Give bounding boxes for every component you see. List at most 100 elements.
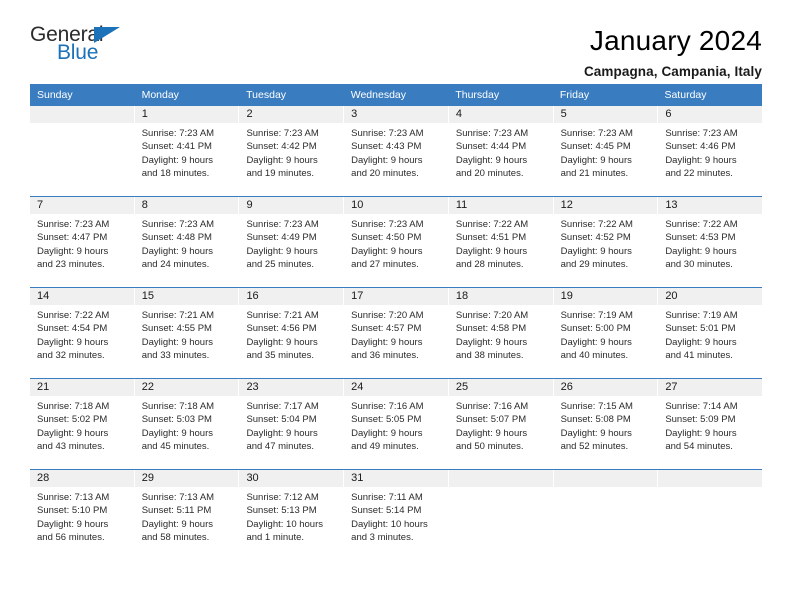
day-sun-info: Sunrise: 7:12 AM Sunset: 5:13 PM Daylight:… xyxy=(239,487,343,550)
calendar-day-cell[interactable]: 7 Sunrise: 7:23 AM Sunset: 4:47 PM Daylight… xyxy=(30,197,135,287)
day-info-line: and 18 minutes. xyxy=(141,167,210,179)
day-info-line: Sunrise: 7:16 AM xyxy=(455,401,529,412)
day-number: 8 xyxy=(134,197,239,214)
calendar-day-cell-empty xyxy=(658,470,763,560)
day-info-line: Daylight: 9 hours xyxy=(560,154,632,166)
calendar-day-cell[interactable]: 3 Sunrise: 7:23 AM Sunset: 4:43 PM Daylight… xyxy=(344,106,449,196)
day-number: 25 xyxy=(448,379,553,396)
day-info-line: Sunrise: 7:23 AM xyxy=(37,219,110,230)
day-info-line: Daylight: 9 hours xyxy=(560,336,632,348)
calendar-day-cell[interactable]: 10 Sunrise: 7:23 AM Sunset: 4:50 PM Dayligh… xyxy=(344,197,449,287)
calendar-grid: Sunday Monday Tuesday Wednesday Thursday Frid… xyxy=(30,84,763,560)
calendar-day-cell[interactable]: 5 Sunrise: 7:23 AM Sunset: 4:45 PM Daylight… xyxy=(553,106,659,196)
day-info-line: Daylight: 9 hours xyxy=(246,245,318,257)
calendar-day-cell[interactable]: 27 Sunrise: 7:14 AM Sunset: 5:09 PM Dayligh… xyxy=(658,379,763,469)
day-info-line: Sunrise: 7:19 AM xyxy=(665,310,738,321)
day-info-line: Daylight: 9 hours xyxy=(665,427,737,439)
day-number xyxy=(658,470,763,487)
day-info-line: and 30 minutes. xyxy=(665,258,733,270)
day-info-line: Sunrise: 7:17 AM xyxy=(246,401,319,412)
day-number: 18 xyxy=(448,288,553,305)
calendar-day-cell[interactable]: 20 Sunrise: 7:19 AM Sunset: 5:01 PM Dayligh… xyxy=(658,288,763,378)
day-info-line: Sunrise: 7:23 AM xyxy=(351,128,424,139)
calendar-day-cell[interactable]: 24 Sunrise: 7:16 AM Sunset: 5:05 PM Dayligh… xyxy=(344,379,449,469)
page-header: General Blue January 2024 Campagna, Camp… xyxy=(30,0,762,79)
day-number: 1 xyxy=(134,106,239,123)
day-sun-info: Sunrise: 7:18 AM Sunset: 5:03 PM Daylight:… xyxy=(135,396,239,459)
day-sun-info: Sunrise: 7:11 AM Sunset: 5:14 PM Daylight:… xyxy=(344,487,448,550)
calendar-day-cell[interactable]: 2 Sunrise: 7:23 AM Sunset: 4:42 PM Daylight… xyxy=(239,106,345,196)
day-number: 2 xyxy=(239,106,344,123)
calendar-day-cell[interactable]: 19 Sunrise: 7:19 AM Sunset: 5:00 PM Dayligh… xyxy=(553,288,659,378)
day-info-line: and 21 minutes. xyxy=(560,167,629,179)
day-sun-info: Sunrise: 7:21 AM Sunset: 4:56 PM Daylight:… xyxy=(239,305,343,368)
calendar-day-cell[interactable]: 11 Sunrise: 7:22 AM Sunset: 4:51 PM Dayligh… xyxy=(448,197,554,287)
day-info-line: and 27 minutes. xyxy=(351,258,419,270)
day-info-line: Sunrise: 7:14 AM xyxy=(665,401,738,412)
day-sun-info: Sunrise: 7:23 AM Sunset: 4:45 PM Daylight:… xyxy=(554,123,658,186)
day-sun-info: Sunrise: 7:22 AM Sunset: 4:52 PM Daylight:… xyxy=(554,214,658,277)
calendar-day-cell[interactable]: 1 Sunrise: 7:23 AM Sunset: 4:41 PM Daylight… xyxy=(134,106,240,196)
calendar-day-cell-empty xyxy=(448,470,554,560)
calendar-week-row: 1 Sunrise: 7:23 AM Sunset: 4:41 PM Daylight… xyxy=(30,106,763,196)
calendar-day-cell[interactable]: 16 Sunrise: 7:21 AM Sunset: 4:56 PM Dayligh… xyxy=(239,288,345,378)
day-info-line: Daylight: 10 hours xyxy=(246,518,324,530)
calendar-day-cell[interactable]: 25 Sunrise: 7:16 AM Sunset: 5:07 PM Dayligh… xyxy=(448,379,554,469)
weekday-header-friday: Friday xyxy=(559,89,590,101)
calendar-weeks: 1 Sunrise: 7:23 AM Sunset: 4:41 PM Daylight… xyxy=(30,106,763,560)
day-sun-info: Sunrise: 7:19 AM Sunset: 5:00 PM Daylight:… xyxy=(554,305,658,368)
day-info-line: and 49 minutes. xyxy=(351,440,419,452)
day-info-line: Sunset: 4:50 PM xyxy=(351,232,422,244)
calendar-day-cell[interactable]: 21 Sunrise: 7:18 AM Sunset: 5:02 PM Dayligh… xyxy=(30,379,135,469)
calendar-day-cell[interactable]: 26 Sunrise: 7:15 AM Sunset: 5:08 PM Dayligh… xyxy=(553,379,659,469)
day-info-line: and 45 minutes. xyxy=(141,440,210,452)
day-info-line: Daylight: 9 hours xyxy=(141,336,214,348)
calendar-day-cell[interactable]: 9 Sunrise: 7:23 AM Sunset: 4:49 PM Daylight… xyxy=(239,197,345,287)
day-info-line: and 43 minutes. xyxy=(37,440,105,452)
calendar-day-cell[interactable]: 30 Sunrise: 7:12 AM Sunset: 5:13 PM Dayligh… xyxy=(239,470,345,560)
day-info-line: Daylight: 9 hours xyxy=(351,427,423,439)
general-blue-logo: General Blue xyxy=(30,24,140,70)
calendar-day-cell[interactable]: 28 Sunrise: 7:13 AM Sunset: 5:10 PM Dayligh… xyxy=(30,470,135,560)
day-info-line: Sunrise: 7:23 AM xyxy=(246,128,319,139)
calendar-week-cells: 1 Sunrise: 7:23 AM Sunset: 4:41 PM Daylight… xyxy=(30,106,763,196)
calendar-week-row: 7 Sunrise: 7:23 AM Sunset: 4:47 PM Daylight… xyxy=(30,196,763,287)
calendar-day-cell[interactable]: 22 Sunrise: 7:18 AM Sunset: 5:03 PM Dayligh… xyxy=(134,379,240,469)
day-number xyxy=(553,470,658,487)
calendar-day-cell[interactable]: 29 Sunrise: 7:13 AM Sunset: 5:11 PM Dayligh… xyxy=(134,470,240,560)
day-sun-info xyxy=(449,487,553,497)
day-info-line: Sunrise: 7:12 AM xyxy=(246,492,319,503)
calendar-day-cell[interactable]: 31 Sunrise: 7:11 AM Sunset: 5:14 PM Dayligh… xyxy=(344,470,449,560)
calendar-day-cell[interactable]: 6 Sunrise: 7:23 AM Sunset: 4:46 PM Daylight… xyxy=(658,106,763,196)
calendar-day-cell[interactable]: 15 Sunrise: 7:21 AM Sunset: 4:55 PM Dayligh… xyxy=(134,288,240,378)
day-sun-info: Sunrise: 7:23 AM Sunset: 4:47 PM Daylight:… xyxy=(30,214,134,277)
calendar-day-cell[interactable]: 4 Sunrise: 7:23 AM Sunset: 4:44 PM Daylight… xyxy=(448,106,554,196)
calendar-week-cells: 28 Sunrise: 7:13 AM Sunset: 5:10 PM Dayligh… xyxy=(30,470,763,560)
day-info-line: Sunset: 5:07 PM xyxy=(455,414,527,426)
day-info-line: Sunset: 4:46 PM xyxy=(665,141,736,153)
day-info-line: and 33 minutes. xyxy=(141,349,210,361)
calendar-day-cell[interactable]: 14 Sunrise: 7:22 AM Sunset: 4:54 PM Dayligh… xyxy=(30,288,135,378)
day-info-line: and 20 minutes. xyxy=(351,167,419,179)
day-sun-info: Sunrise: 7:22 AM Sunset: 4:54 PM Daylight:… xyxy=(30,305,134,368)
day-info-line: Sunrise: 7:22 AM xyxy=(455,219,529,230)
calendar-day-cell[interactable]: 23 Sunrise: 7:17 AM Sunset: 5:04 PM Dayligh… xyxy=(239,379,345,469)
day-info-line: Daylight: 9 hours xyxy=(455,427,528,439)
calendar-day-cell[interactable]: 17 Sunrise: 7:20 AM Sunset: 4:57 PM Dayligh… xyxy=(344,288,449,378)
day-number xyxy=(30,106,134,123)
day-info-line: and 41 minutes. xyxy=(665,349,733,361)
calendar-day-cell[interactable]: 12 Sunrise: 7:22 AM Sunset: 4:52 PM Dayligh… xyxy=(553,197,659,287)
calendar-day-cell[interactable]: 18 Sunrise: 7:20 AM Sunset: 4:58 PM Dayligh… xyxy=(448,288,554,378)
day-info-line: Sunrise: 7:23 AM xyxy=(560,128,633,139)
calendar-day-cell[interactable]: 8 Sunrise: 7:23 AM Sunset: 4:48 PM Daylight… xyxy=(134,197,240,287)
day-sun-info: Sunrise: 7:15 AM Sunset: 5:08 PM Daylight:… xyxy=(554,396,658,459)
calendar-day-cell[interactable]: 13 Sunrise: 7:22 AM Sunset: 4:53 PM Dayligh… xyxy=(658,197,763,287)
day-info-line: Sunrise: 7:23 AM xyxy=(665,128,738,139)
day-info-line: Daylight: 9 hours xyxy=(560,245,632,257)
day-number: 15 xyxy=(134,288,239,305)
calendar-week-row: 14 Sunrise: 7:22 AM Sunset: 4:54 PM Dayligh… xyxy=(30,287,763,378)
day-info-line: Sunset: 4:55 PM xyxy=(141,323,212,335)
weekday-header-wednesday: Wednesday xyxy=(350,89,406,101)
day-info-line: Sunset: 5:05 PM xyxy=(351,414,422,426)
day-info-line: Daylight: 9 hours xyxy=(246,336,318,348)
